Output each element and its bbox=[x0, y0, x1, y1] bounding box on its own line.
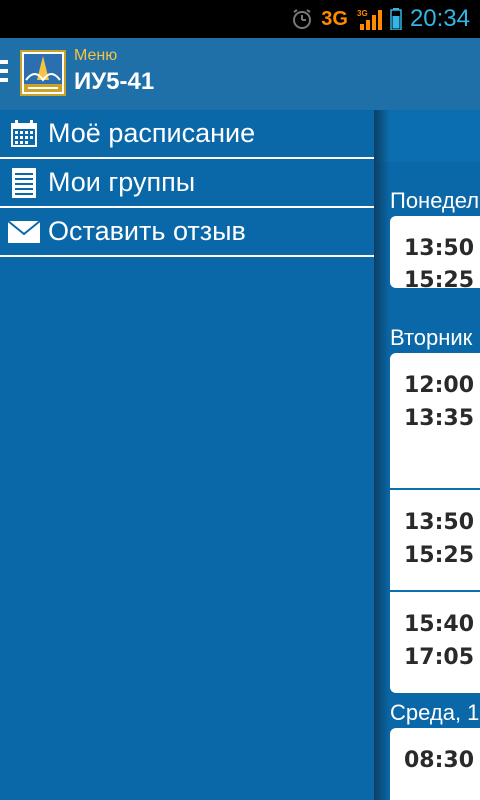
day-card: 08:30 bbox=[390, 728, 480, 800]
day-header: Среда, 1 bbox=[390, 700, 480, 725]
status-bar-icons: 3G 3G 20:34 bbox=[291, 0, 470, 38]
slot-start-time: 13:50 bbox=[404, 236, 475, 261]
svg-text:3G: 3G bbox=[357, 9, 368, 18]
mail-icon bbox=[6, 215, 42, 249]
slot-start-time: 12:00 bbox=[404, 373, 475, 398]
lesson-slot[interactable]: 13:50 15:25 bbox=[390, 216, 480, 293]
signal-icon: 3G bbox=[357, 9, 382, 30]
schedule-content: Понедел 13:50 15:25 Вторник 12:00 13:35 … bbox=[374, 110, 480, 800]
status-time: 20:34 bbox=[409, 5, 470, 32]
slot-start-time: 13:50 bbox=[404, 510, 475, 535]
navigation-drawer: Моё расписание Мои группы Оставить отзыв bbox=[0, 110, 374, 800]
action-bar: Меню ИУ5-41 bbox=[0, 38, 480, 110]
status-bar: 3G 3G 20:34 bbox=[0, 0, 480, 38]
slot-start-time: 15:40 bbox=[404, 612, 475, 637]
slot-end-time: 17:05 bbox=[404, 645, 475, 670]
battery-icon bbox=[390, 8, 402, 30]
drawer-item-leave-feedback[interactable]: Оставить отзыв bbox=[0, 208, 374, 257]
lesson-slot[interactable]: 15:40 17:05 bbox=[390, 592, 480, 692]
day-header: Вторник bbox=[390, 325, 473, 350]
app-logo-icon[interactable] bbox=[20, 50, 66, 96]
calendar-icon bbox=[6, 117, 42, 151]
slot-end-time: 13:35 bbox=[404, 406, 475, 431]
action-bar-title: ИУ5-41 bbox=[74, 68, 155, 95]
day-card: 13:50 15:25 bbox=[390, 216, 480, 293]
network-type-label: 3G bbox=[321, 7, 348, 30]
drawer-toggle-icon[interactable] bbox=[0, 60, 8, 86]
slot-start-time: 08:30 bbox=[404, 748, 475, 773]
drawer-item-my-schedule[interactable]: Моё расписание bbox=[0, 110, 374, 159]
drawer-item-label: Моё расписание bbox=[48, 118, 256, 148]
drawer-item-my-groups[interactable]: Мои группы bbox=[0, 159, 374, 208]
drawer-item-label: Оставить отзыв bbox=[48, 216, 246, 246]
lesson-slot[interactable]: 13:50 15:25 bbox=[390, 490, 480, 590]
drawer-shadow bbox=[374, 110, 390, 800]
lesson-slot[interactable]: 08:30 bbox=[390, 728, 480, 800]
day-card: 12:00 13:35 13:50 15:25 15:40 17:05 bbox=[390, 353, 480, 693]
lesson-slot[interactable]: 12:00 13:35 bbox=[390, 353, 480, 488]
slot-end-time: 15:25 bbox=[404, 543, 475, 568]
alarm-icon bbox=[293, 9, 312, 29]
action-bar-subtitle: Меню bbox=[74, 47, 118, 64]
day-header: Понедел bbox=[390, 188, 480, 213]
drawer-item-label: Мои группы bbox=[48, 167, 196, 197]
slot-end-time: 15:25 bbox=[404, 268, 475, 293]
list-icon bbox=[6, 166, 42, 200]
